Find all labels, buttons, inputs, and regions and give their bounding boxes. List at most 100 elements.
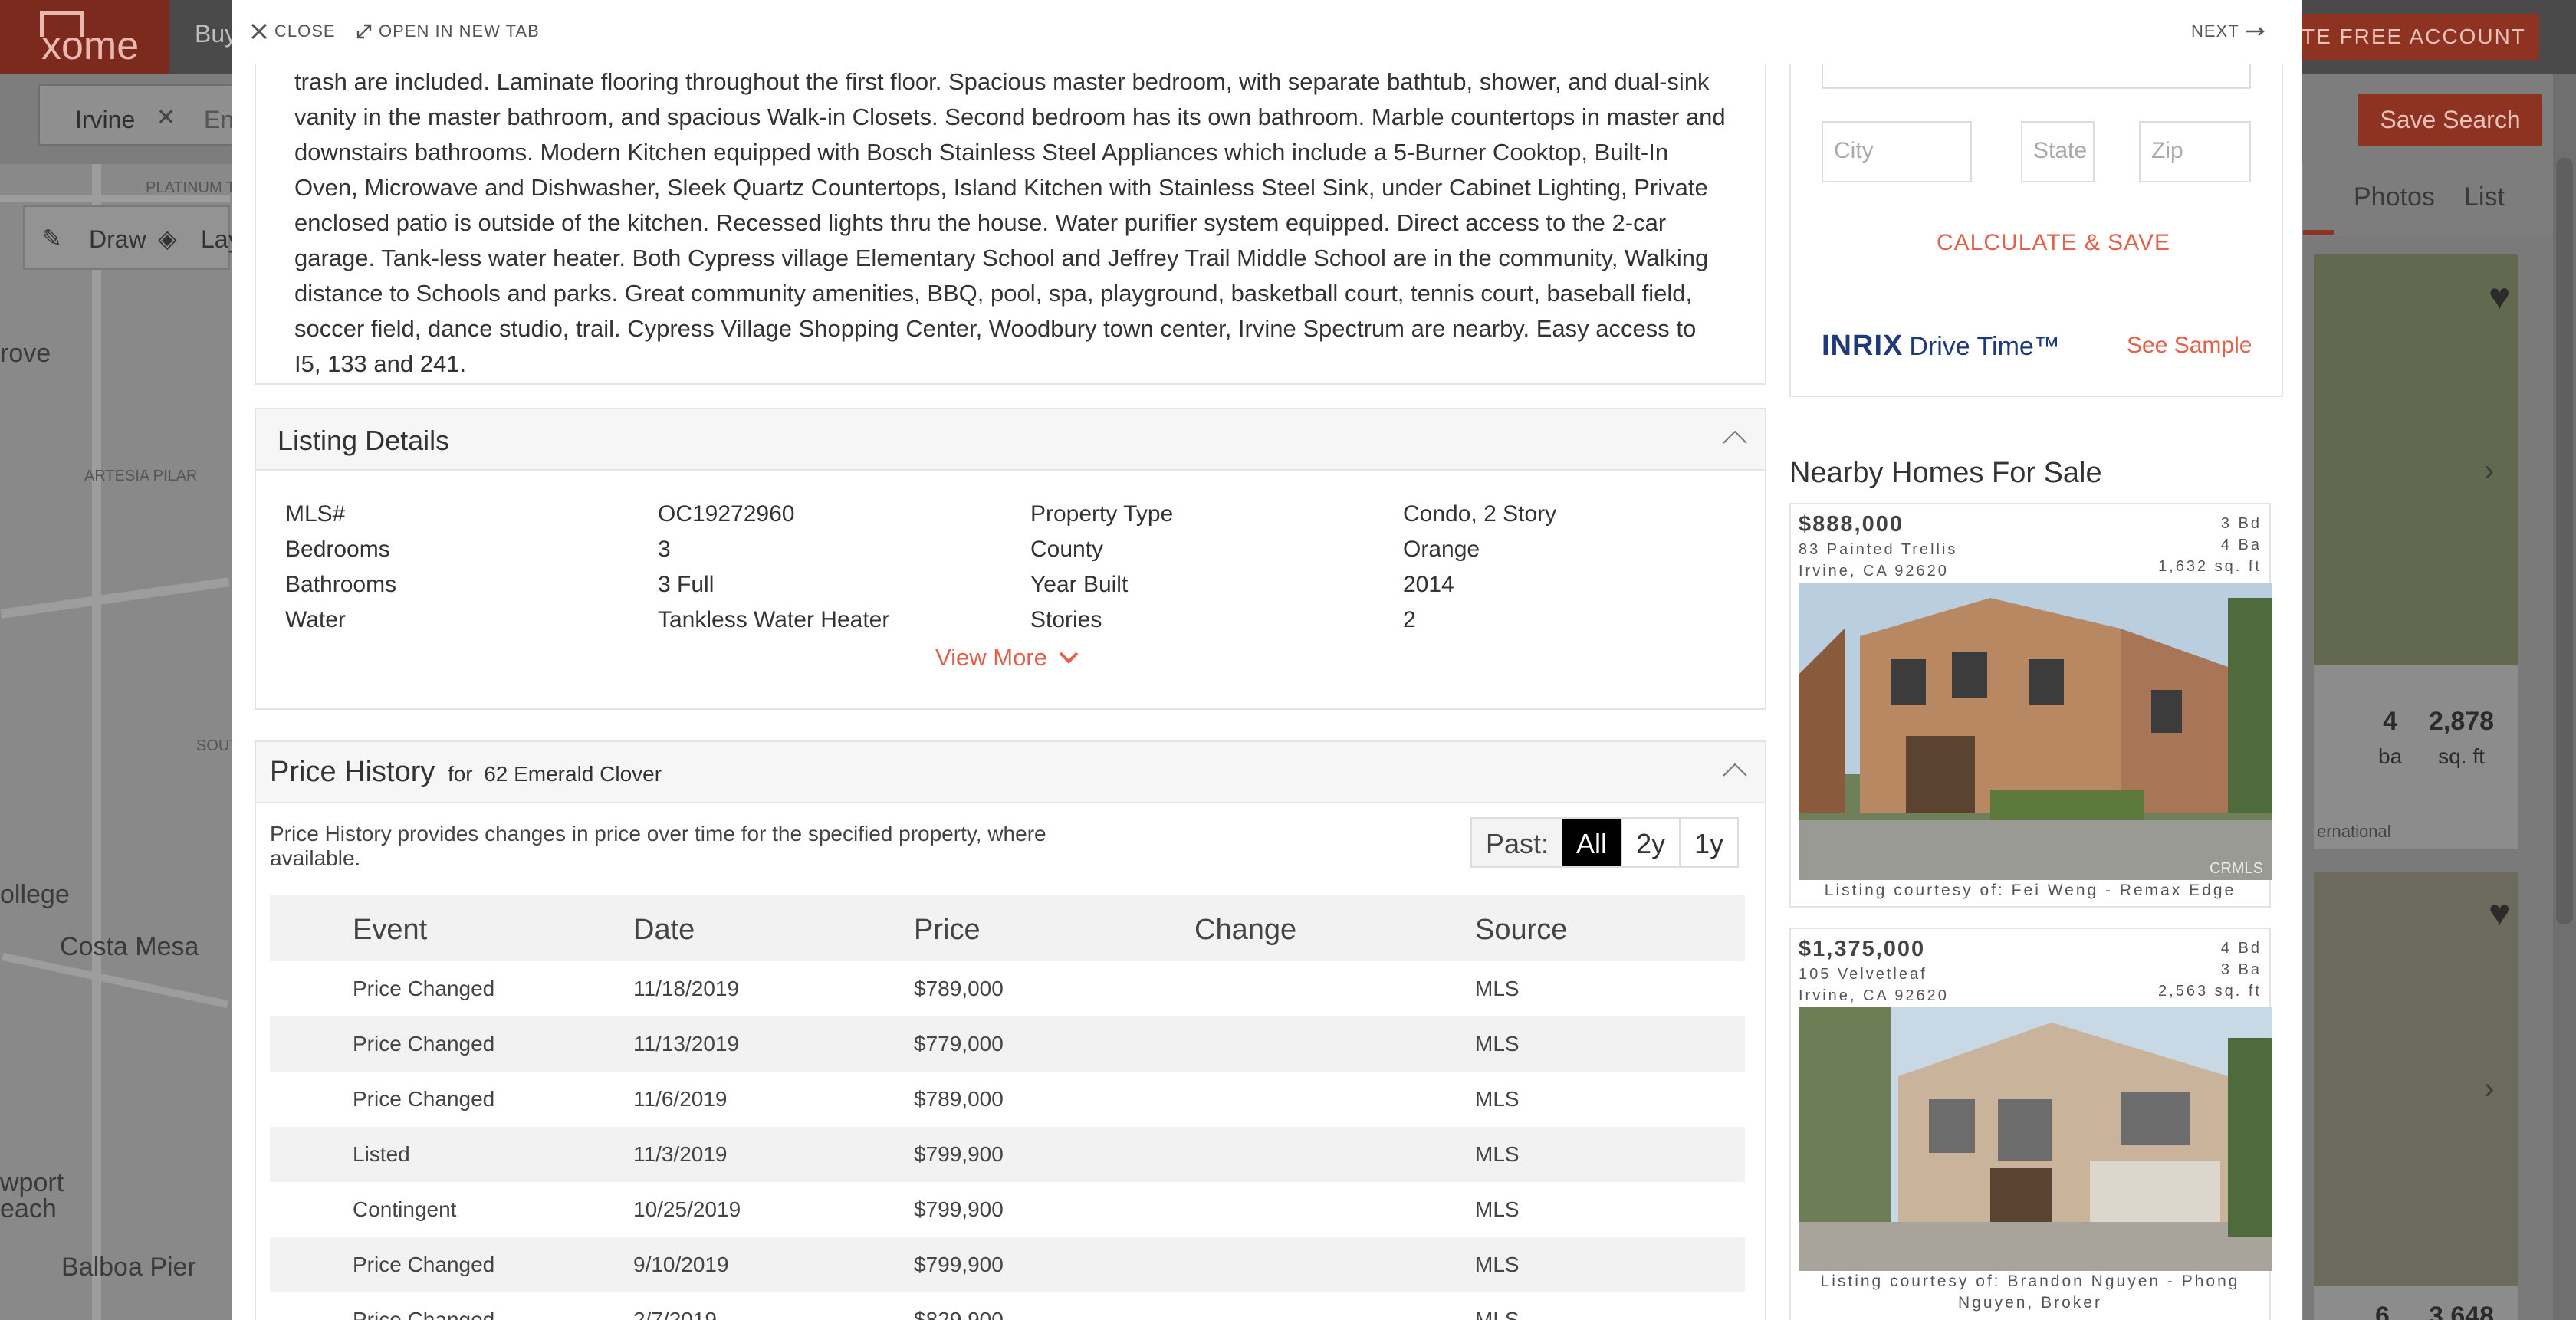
state-field[interactable]: State (2021, 121, 2095, 182)
zip-field[interactable]: Zip (2139, 121, 2251, 182)
view-tabs: Photos List (2303, 164, 2576, 236)
filter-label: Past: (1472, 819, 1563, 866)
detail-label: Stories (1030, 607, 1102, 632)
cell-event: Price Changed (353, 1308, 495, 1320)
cell-price: $779,000 (914, 1032, 1004, 1056)
xome-logo: xome (0, 0, 169, 74)
table-row: Price Changed 11/13/2019 $779,000 MLS (270, 1016, 1745, 1072)
listing-courtesy: Listing courtesy of: Brandon Nguyen - Ph… (1820, 1272, 2240, 1312)
expand-icon (356, 24, 372, 39)
detail-label: Property Type (1030, 501, 1174, 527)
city-field[interactable]: City (1822, 121, 1972, 182)
calculate-save-button[interactable]: CALCULATE & SAVE (1937, 230, 2170, 256)
address-field[interactable] (1822, 61, 2251, 89)
location-search-input: Irvine ✕ En (38, 84, 244, 146)
home-beds: 4 Bd (2220, 940, 2262, 957)
cell-event: Listed (353, 1142, 410, 1166)
page-scrollbar (2553, 74, 2576, 1320)
time-range-filter: Past: All 2y 1y (1470, 817, 1740, 868)
cell-event: Price Changed (353, 1087, 495, 1111)
price-history-description: Price History provides changes in price … (270, 822, 1046, 870)
column-header: Event (353, 914, 428, 946)
cell-source: MLS (1475, 1087, 1520, 1111)
home-street: 105 Velvetleaf (1799, 966, 1927, 983)
view-more-label: View More (935, 644, 1047, 671)
table-row: Price Changed 9/10/2019 $799,900 MLS (270, 1237, 1745, 1292)
cell-price: $799,900 (914, 1197, 1004, 1221)
view-more-link[interactable]: View More (935, 644, 1079, 671)
detail-value: Orange (1403, 537, 1480, 562)
home-photo[interactable] (1799, 1007, 2272, 1271)
cell-price: $789,000 (914, 1087, 1004, 1111)
home-street: 83 Painted Trellis (1799, 541, 1958, 558)
column-header: Change (1194, 914, 1297, 946)
close-label: CLOSE (274, 21, 336, 41)
home-sqft: 2,563 sq. ft (2158, 983, 2262, 1000)
nearby-home-card[interactable]: $888,000 83 Painted Trellis Irvine, CA 9… (1789, 503, 2272, 908)
chevron-up-icon[interactable] (1722, 762, 1748, 777)
table-header: Event Date Price Change Source (270, 895, 1745, 961)
clear-search-icon: ✕ (156, 105, 176, 130)
chevron-right-icon: › (2484, 1072, 2495, 1105)
nearby-home-card[interactable]: $1,375,000 105 Velvetleaf Irvine, CA 926… (1789, 928, 2272, 1320)
home-beds: 3 Bd (2220, 515, 2262, 532)
cell-date: 11/13/2019 (633, 1032, 740, 1056)
property-description: trash are included. Laminate flooring th… (255, 64, 1766, 385)
column-header: Price (914, 914, 981, 946)
tab-list: List (2464, 182, 2505, 212)
open-in-new-tab-label: OPEN IN NEW TAB (379, 21, 540, 41)
arrow-right-icon (2246, 27, 2265, 36)
open-in-new-tab-button[interactable]: OPEN IN NEW TAB (356, 21, 540, 41)
nearby-homes-title: Nearby Homes For Sale (1789, 457, 2102, 489)
see-sample-link[interactable]: See Sample (2127, 333, 2252, 359)
cell-source: MLS (1475, 1253, 1520, 1276)
cell-source: MLS (1475, 1142, 1520, 1166)
listing-details-panel: Listing Details MLS# OC19272960 Bedrooms… (255, 408, 1766, 710)
detail-label: County (1030, 537, 1104, 562)
cell-event: Price Changed (353, 1032, 495, 1056)
listing-modal: CLOSE OPEN IN NEW TAB NEXT trash are inc… (232, 0, 2302, 1320)
next-button[interactable]: NEXT (2191, 21, 2266, 41)
chevron-right-icon: › (2484, 454, 2495, 488)
price-history-table: Event Date Price Change Source Price Cha… (270, 895, 1745, 1320)
table-row: Contingent 10/25/2019 $799,900 MLS (270, 1182, 1745, 1237)
home-baths: 4 Ba (2220, 537, 2262, 553)
create-account-button: TE FREE ACCOUNT (2260, 14, 2539, 60)
cell-date: 11/6/2019 (633, 1087, 728, 1111)
map-view: rove ARTESIA PILAR Costa Mesa SOUTH COAS… (0, 164, 366, 1320)
filter-2y-button[interactable]: 2y (1621, 819, 1680, 866)
detail-value: 2 (1403, 607, 1416, 632)
filter-all-button[interactable]: All (1562, 819, 1622, 866)
home-city: Irvine, CA 92620 (1799, 987, 1949, 1004)
listing-details-header[interactable]: Listing Details (256, 409, 1765, 471)
cell-price: $799,900 (914, 1142, 1004, 1166)
listing-details-title: Listing Details (278, 425, 450, 456)
price-history-header[interactable]: Price History for 62 Emerald Clover (256, 742, 1765, 803)
cell-event: Contingent (353, 1197, 457, 1221)
table-row: Price Changed 11/6/2019 $789,000 MLS (270, 1072, 1745, 1127)
detail-label: Bedrooms (285, 537, 390, 562)
close-button[interactable]: CLOSE (250, 21, 336, 41)
listing-courtesy: Listing courtesy of: Fei Weng - Remax Ed… (1824, 882, 2236, 899)
detail-label: Year Built (1030, 572, 1129, 597)
detail-value: 3 Full (658, 572, 715, 597)
cell-date: 11/18/2019 (633, 977, 740, 1000)
cell-source: MLS (1475, 1308, 1520, 1320)
home-sqft: 1,632 sq. ft (2158, 558, 2262, 575)
home-baths: 3 Ba (2220, 961, 2262, 978)
heart-icon: ♥ (2489, 277, 2511, 317)
chevron-up-icon[interactable] (1722, 429, 1748, 445)
cell-price: $789,000 (914, 977, 1004, 1000)
cell-date: 10/25/2019 (633, 1197, 741, 1221)
next-label: NEXT (2191, 21, 2239, 41)
home-photo[interactable] (1799, 583, 2272, 880)
price-history-title: Price History for 62 Emerald Clover (270, 756, 662, 788)
column-header: Source (1475, 914, 1568, 946)
description-text: trash are included. Laminate flooring th… (294, 68, 1726, 377)
filter-1y-button[interactable]: 1y (1679, 819, 1738, 866)
detail-value: Condo, 2 Story (1403, 501, 1557, 527)
chevron-down-icon (1059, 652, 1079, 664)
home-price: $888,000 (1799, 512, 1904, 537)
detail-value: OC19272960 (658, 501, 795, 527)
detail-value: 2014 (1403, 572, 1454, 597)
